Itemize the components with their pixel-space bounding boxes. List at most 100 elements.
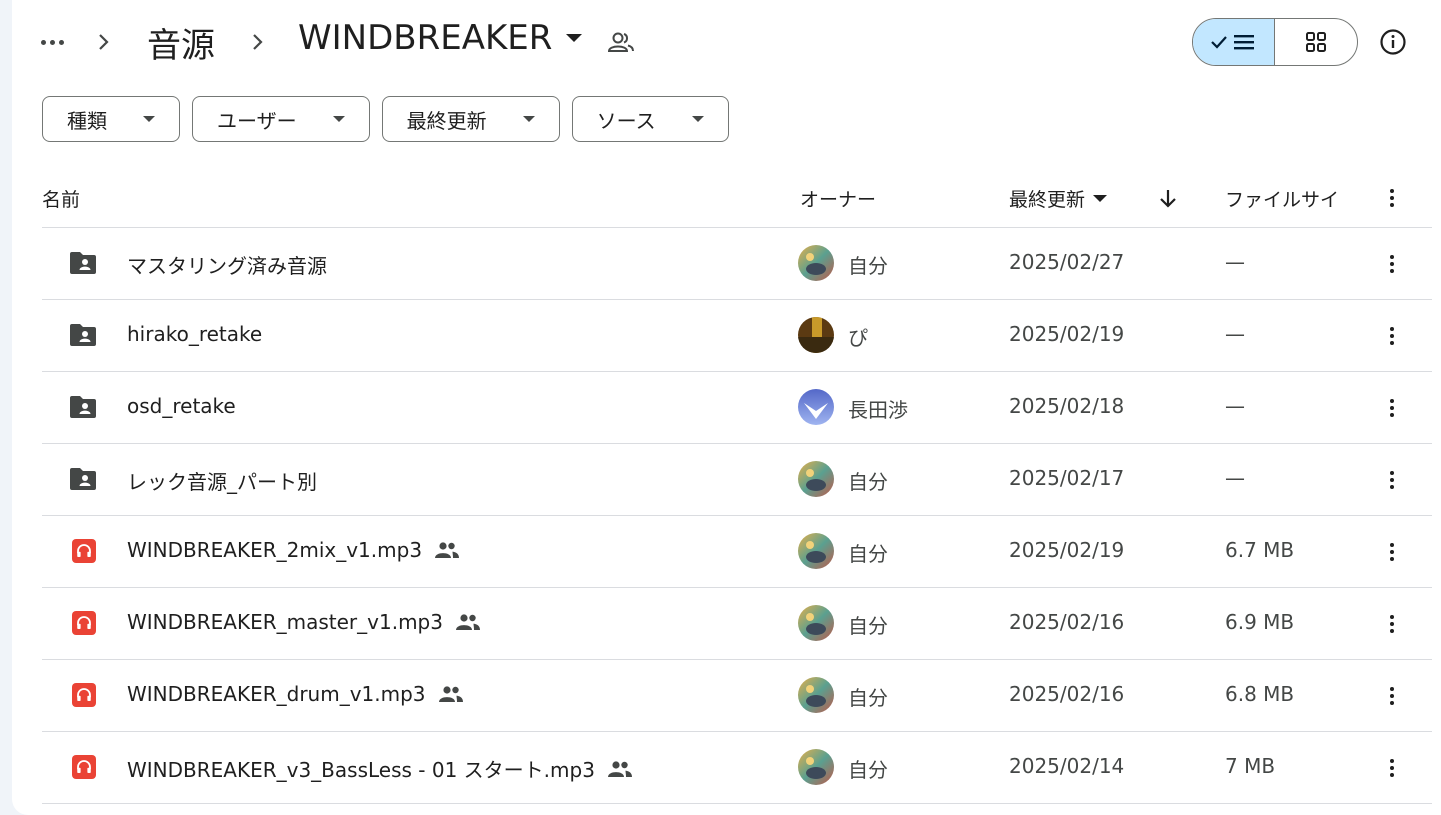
dropdown-caret-icon [143, 116, 155, 122]
file-name-label: レック音源_パート別 [127, 470, 317, 494]
dropdown-caret-icon [522, 116, 535, 122]
avatar [798, 245, 834, 281]
column-header-modified[interactable]: 最終更新 [1009, 184, 1108, 212]
owner-name: 自分 [848, 758, 888, 782]
file-list: マスタリング済み音源 自分 2025/02/27— hirako_retake ぴ 202… [42, 227, 1432, 804]
file-row[interactable]: hirako_retake ぴ 2025/02/19 — [42, 299, 1432, 371]
modified-date: 2025/02/16 [1009, 682, 1125, 706]
avatar [798, 677, 834, 713]
filter-modified-chip[interactable]: 最終更新 [381, 96, 560, 142]
chevron-right-icon [99, 34, 109, 50]
breadcrumb-more-button[interactable] [36, 24, 68, 60]
dropdown-caret-icon [332, 116, 345, 122]
modified-date: 2025/02/17 [1009, 466, 1125, 490]
file-name[interactable]: レック音源_パート別 [127, 466, 317, 495]
audio-file-icon [72, 539, 96, 563]
filter-user-label: ユーザー [217, 108, 297, 133]
file-row[interactable]: WINDBREAKER_2mix_v1.mp3 自分 2025/02/19 6.7 M… [42, 515, 1432, 587]
file-name-label: osd_retake [127, 394, 236, 418]
header: 音源 WINDBREAKER [12, 0, 1441, 84]
filter-type-label: 種類 [67, 108, 107, 133]
column-header-size[interactable]: ファイルサイ [1225, 184, 1339, 212]
breadcrumb-parent[interactable]: 音源 [145, 18, 217, 67]
audio-file-icon [72, 683, 96, 707]
avatar [798, 533, 834, 569]
sort-direction-arrow-icon[interactable] [1156, 186, 1180, 210]
file-name[interactable]: WINDBREAKER_2mix_v1.mp3 [127, 538, 460, 562]
shared-folder-icon [68, 250, 98, 276]
avatar [798, 461, 834, 497]
filter-type-chip[interactable]: 種類 [42, 96, 180, 142]
column-header-modified-label: 最終更新 [1009, 188, 1086, 211]
owner-name: 自分 [848, 542, 888, 566]
owner-name: ぴ [848, 326, 868, 350]
file-row[interactable]: WINDBREAKER_v3_BassLess - 01 スタート.mp3 自分 2… [42, 731, 1432, 804]
file-size: 6.8 MB [1225, 682, 1295, 706]
breadcrumb-current-label: WINDBREAKER [298, 18, 553, 58]
more-actions-icon[interactable] [1380, 322, 1404, 350]
shared-folder-icon [68, 394, 98, 420]
more-actions-icon[interactable] [1380, 538, 1404, 566]
file-name[interactable]: WINDBREAKER_drum_v1.mp3 [127, 682, 464, 706]
filter-source-label: ソース [596, 108, 656, 133]
list-view-button[interactable] [1193, 19, 1275, 65]
filter-user-chip[interactable]: ユーザー [192, 96, 370, 142]
more-actions-icon[interactable] [1380, 682, 1404, 710]
file-size: — [1225, 394, 1245, 418]
more-actions-icon[interactable] [1380, 754, 1404, 782]
breadcrumb-current-folder[interactable]: WINDBREAKER [298, 18, 583, 58]
modified-date: 2025/02/19 [1009, 538, 1125, 562]
file-name-label: hirako_retake [127, 322, 263, 346]
more-actions-icon[interactable] [1380, 466, 1404, 494]
modified-date: 2025/02/18 [1009, 394, 1125, 418]
filter-modified-label: 最終更新 [406, 108, 487, 133]
file-size: 7 MB [1225, 754, 1276, 778]
modified-date: 2025/02/16 [1009, 610, 1125, 634]
avatar [798, 317, 834, 353]
shared-folder-icon [68, 466, 98, 492]
file-row[interactable]: WINDBREAKER_master_v1.mp3 自分 2025/02/16 6.9… [42, 587, 1432, 659]
file-name[interactable]: osd_retake [127, 394, 236, 418]
filter-bar: 種類 ユーザー 最終更新 ソース [42, 96, 729, 142]
shared-icon [435, 542, 460, 558]
file-row[interactable]: マスタリング済み音源 自分 2025/02/27 — [42, 227, 1432, 299]
file-name[interactable]: hirako_retake [127, 322, 262, 346]
file-row[interactable]: レック音源_パート別 自分 2025/02/17 — [42, 443, 1432, 515]
filter-source-chip[interactable]: ソース [571, 96, 729, 142]
file-row[interactable]: WINDBREAKER_drum_v1.mp3 自分 2025/02/16 6.8 M… [42, 659, 1432, 731]
file-row[interactable]: osd_retake 長田渉 2025/02/18 — [42, 371, 1432, 443]
grid-icon [1306, 32, 1326, 52]
shared-icon [607, 760, 632, 777]
avatar [798, 389, 834, 425]
more-actions-icon[interactable] [1380, 394, 1404, 422]
modified-date: 2025/02/14 [1009, 754, 1125, 778]
owner-name: 自分 [848, 686, 888, 710]
file-name-label: マスタリング済み音源 [127, 254, 327, 278]
column-header-owner[interactable]: オーナー [800, 184, 876, 212]
more-actions-icon[interactable] [1380, 610, 1404, 638]
file-name[interactable]: マスタリング済み音源 [127, 250, 327, 279]
owner-name: 長田渉 [848, 398, 908, 422]
modified-date: 2025/02/19 [1009, 322, 1125, 346]
shared-folder-icon[interactable] [606, 30, 636, 54]
file-name[interactable]: WINDBREAKER_v3_BassLess - 01 スタート.mp3 [127, 754, 633, 783]
owner-name: 自分 [848, 254, 888, 278]
column-header-name[interactable]: 名前 [42, 184, 80, 212]
grid-view-button[interactable] [1275, 19, 1357, 65]
shared-icon [438, 686, 463, 702]
dropdown-caret-icon [1093, 194, 1108, 202]
info-icon[interactable] [1378, 27, 1408, 57]
chevron-right-icon [253, 34, 263, 50]
file-size: 6.7 MB [1225, 538, 1295, 562]
file-size: — [1225, 466, 1245, 490]
more-actions-icon[interactable] [1380, 250, 1404, 278]
modified-date: 2025/02/27 [1009, 250, 1125, 274]
file-name-label: WINDBREAKER_2mix_v1.mp3 [127, 538, 423, 562]
file-name-label: WINDBREAKER_master_v1.mp3 [127, 610, 443, 634]
column-options-more-icon[interactable] [1380, 184, 1404, 212]
avatar [798, 605, 834, 641]
file-name[interactable]: WINDBREAKER_master_v1.mp3 [127, 610, 481, 634]
file-name-label: WINDBREAKER_v3_BassLess - 01 スタート.mp3 [127, 758, 595, 782]
file-name-label: WINDBREAKER_drum_v1.mp3 [127, 682, 426, 706]
avatar [798, 749, 834, 785]
